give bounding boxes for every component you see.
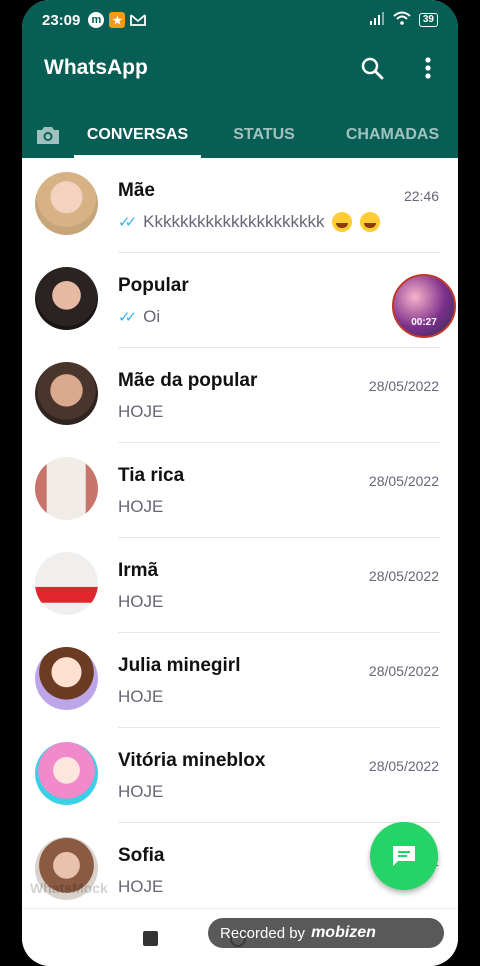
avatar [35, 647, 98, 710]
avatar [35, 362, 98, 425]
signal-icon [369, 11, 385, 29]
preview-text: HOJE [118, 877, 164, 896]
floating-video-bubble[interactable]: 00:27 [392, 274, 456, 338]
new-chat-button[interactable] [370, 822, 438, 890]
chat-name: Julia minegirl [118, 655, 241, 676]
tab-bar: CONVERSAS STATUS CHAMADAS [22, 112, 458, 158]
phone-screen: 23:09 m ★ 39 WhatsApp CONVERSAS STATUS C… [22, 0, 458, 966]
double-check-icon: ✓✓ [118, 214, 137, 231]
chat-time: 22:46 [403, 188, 439, 204]
gmail-notification-icon [130, 12, 147, 28]
double-check-icon: ✓✓ [118, 309, 137, 326]
chat-row-mae-da-popular[interactable]: Mãe da popular 28/05/2022 HOJE [22, 348, 458, 443]
chat-name: Vitória mineblox [118, 750, 266, 771]
search-icon[interactable] [358, 54, 386, 82]
message-icon [393, 846, 415, 866]
watermark: WhatsMock [30, 880, 108, 896]
app-notification-icon: ★ [109, 12, 126, 28]
recent-apps-button[interactable] [143, 931, 158, 946]
messenger-notification-icon: m [88, 12, 105, 28]
chat-time: 28/05/2022 [368, 663, 439, 679]
chat-name: Mãe [118, 180, 155, 201]
avatar [35, 267, 98, 330]
tab-status[interactable]: STATUS [201, 112, 327, 158]
preview-text: HOJE [118, 402, 164, 421]
chat-name: Popular [118, 275, 189, 296]
chat-row-irma[interactable]: Irmã 28/05/2022 HOJE [22, 538, 458, 633]
chat-row-tia-rica[interactable]: Tia rica 28/05/2022 HOJE [22, 443, 458, 538]
rofl-emoji-icon [360, 212, 381, 232]
tab-conversas[interactable]: CONVERSAS [74, 112, 201, 158]
chat-name: Mãe da popular [118, 370, 258, 391]
chat-preview: HOJE [118, 687, 163, 707]
avatar [35, 552, 98, 615]
chat-row-mae[interactable]: Mãe 22:46 ✓✓ Kkkkkkkkkkkkkkkkkkkkk [22, 158, 458, 253]
chat-row-vitoria-mineblox[interactable]: Vitória mineblox 28/05/2022 HOJE [22, 728, 458, 823]
preview-text: Kkkkkkkkkkkkkkkkkkkkk [143, 212, 325, 231]
avatar [35, 172, 98, 235]
status-time: 23:09 [42, 11, 81, 29]
recorder-prefix: Recorded by [220, 924, 306, 942]
preview-text: HOJE [118, 782, 164, 801]
tab-chamadas[interactable]: CHAMADAS [327, 112, 458, 158]
laughing-emoji-icon [332, 212, 353, 232]
chat-time: 28/05/2022 [368, 758, 439, 774]
chat-name: Irmã [118, 560, 159, 581]
recording-badge: Recorded by mobizen [208, 918, 444, 948]
recorder-brand: mobizen [311, 924, 376, 941]
chat-name: Tia rica [118, 465, 185, 486]
status-bar: 23:09 m ★ 39 [22, 0, 458, 40]
chat-preview: HOJE [118, 497, 163, 517]
camera-icon[interactable] [22, 112, 74, 158]
preview-text: HOJE [118, 592, 164, 611]
more-options-icon[interactable] [414, 54, 442, 82]
chat-preview: HOJE [118, 782, 163, 802]
wifi-icon [393, 11, 411, 29]
preview-text: HOJE [118, 497, 164, 516]
avatar [35, 742, 98, 805]
chat-time: 28/05/2022 [368, 378, 439, 394]
chat-row-julia-minegirl[interactable]: Julia minegirl 28/05/2022 HOJE [22, 633, 458, 728]
avatar [35, 457, 98, 520]
chat-preview: HOJE [118, 402, 163, 422]
chat-list: Mãe 22:46 ✓✓ Kkkkkkkkkkkkkkkkkkkkk Popul… [22, 158, 458, 908]
preview-text: Oi [143, 307, 161, 326]
preview-text: HOJE [118, 687, 164, 706]
app-bar: WhatsApp CONVERSAS STATUS CHAMADAS [22, 40, 458, 158]
chat-preview: ✓✓ Oi [118, 307, 160, 327]
chat-time: 28/05/2022 [368, 473, 439, 489]
chat-preview: HOJE [118, 592, 163, 612]
chat-time: 28/05/2022 [368, 568, 439, 584]
app-title: WhatsApp [44, 56, 148, 79]
chat-name: Sofia [118, 845, 165, 866]
chat-preview: HOJE [118, 877, 163, 897]
battery-icon: 39 [418, 13, 438, 27]
video-duration: 00:27 [411, 317, 437, 328]
chat-preview: ✓✓ Kkkkkkkkkkkkkkkkkkkkk [118, 212, 381, 232]
